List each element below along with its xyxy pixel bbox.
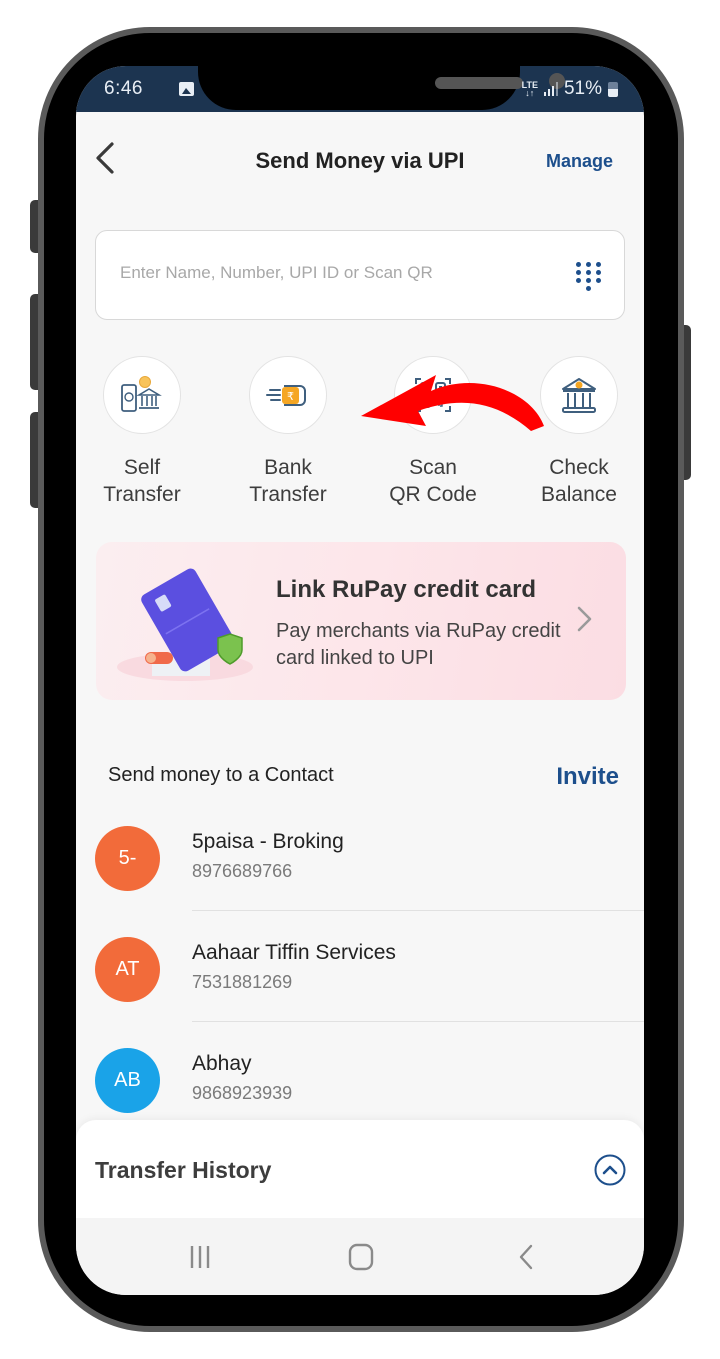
gallery-icon <box>179 82 194 96</box>
signal-icon <box>543 82 558 96</box>
label-line1: Check <box>549 456 609 479</box>
chevron-right-icon <box>577 606 592 632</box>
label-line2: Balance <box>541 483 617 506</box>
volume-up-button <box>30 200 38 253</box>
dialpad-icon[interactable] <box>576 262 602 292</box>
battery-icon <box>608 81 618 97</box>
avatar: AB <box>95 1048 160 1113</box>
search-box[interactable] <box>95 230 625 320</box>
contact-row[interactable]: AT Aahaar Tiffin Services 7531881269 <box>76 937 644 1048</box>
divider <box>192 1021 644 1022</box>
home-icon[interactable] <box>341 1242 381 1272</box>
label-line1: Scan <box>409 456 457 479</box>
avatar: AT <box>95 937 160 1002</box>
app-header: Send Money via UPI Manage <box>76 112 644 212</box>
label-line2: QR Code <box>389 483 477 506</box>
scan-qr-label: Scan QR Code <box>363 454 503 508</box>
bixby-button <box>30 412 38 508</box>
promo-subtitle: Pay merchants via RuPay credit card link… <box>276 620 561 669</box>
system-nav-bar <box>76 1218 644 1295</box>
contact-phone: 8976689766 <box>192 861 293 881</box>
divider <box>192 910 644 911</box>
transfer-history-sheet[interactable]: Transfer History <box>76 1120 644 1220</box>
contact-name: Aahaar Tiffin Services <box>192 941 396 964</box>
bank-transfer-button[interactable]: ₹ Bank Transfer <box>218 356 358 508</box>
contact-row[interactable]: 5- 5paisa - Broking 8976689766 <box>76 826 644 937</box>
promo-title: Link RuPay credit card <box>276 576 537 603</box>
invite-button[interactable]: Invite <box>556 763 619 791</box>
chevron-up-circle-icon[interactable] <box>594 1154 626 1186</box>
bank-transfer-circle: ₹ <box>249 356 327 434</box>
self-transfer-button[interactable]: Self Transfer <box>76 356 212 508</box>
check-balance-label: Check Balance <box>509 454 644 508</box>
check-balance-circle <box>540 356 618 434</box>
transfer-history-title: Transfer History <box>95 1157 272 1183</box>
bank-transfer-label: Bank Transfer <box>218 454 358 508</box>
search-input[interactable] <box>120 263 540 283</box>
network-label: LTE <box>521 80 538 90</box>
status-bar: 6:46 LTE ↓↑ 51% <box>76 66 644 112</box>
self-transfer-circle <box>103 356 181 434</box>
label-line1: Self <box>123 456 161 479</box>
recents-icon[interactable] <box>180 1242 220 1272</box>
battery-percent: 51% <box>563 78 602 99</box>
back-icon[interactable] <box>507 1242 547 1272</box>
power-button <box>684 325 691 480</box>
camera-notch <box>198 66 565 110</box>
label-line2: Transfer <box>103 483 181 506</box>
contact-name: 5paisa - Broking <box>192 830 344 853</box>
rupay-promo-banner[interactable]: Link RuPay credit card Pay merchants via… <box>96 542 626 700</box>
contact-phone: 9868923939 <box>192 1083 293 1103</box>
contact-phone: 7531881269 <box>192 972 293 992</box>
self-transfer-label: Self Transfer <box>76 454 212 508</box>
credit-card-icon <box>117 568 253 681</box>
fast-money-icon: ₹ <box>266 385 306 406</box>
status-icons: LTE ↓↑ 51% <box>522 78 618 100</box>
svg-text:₹: ₹ <box>287 390 294 403</box>
earpiece-speaker <box>435 77 523 89</box>
volume-down-button <box>30 294 38 390</box>
status-time: 6:46 <box>104 78 143 99</box>
manage-button[interactable]: Manage <box>546 151 613 172</box>
screen: 6:46 LTE ↓↑ 51% Send Money via UPI Manage <box>76 66 644 1295</box>
contacts-heading: Send money to a Contact <box>108 764 334 786</box>
label-line2: Transfer <box>249 483 327 506</box>
label-line1: Bank <box>264 456 312 479</box>
lte-icon: LTE ↓↑ <box>521 80 538 98</box>
annotation-arrow-icon <box>361 375 544 431</box>
phone-to-bank-icon <box>121 376 162 412</box>
contact-name: Abhay <box>192 1052 252 1075</box>
bank-icon <box>562 378 596 413</box>
avatar: 5- <box>95 826 160 891</box>
